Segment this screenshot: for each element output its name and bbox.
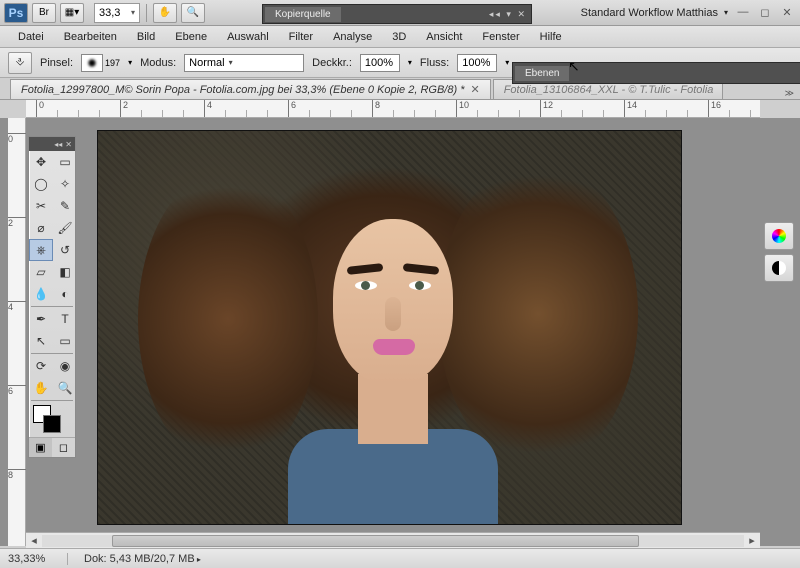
document-tab-title: Fotolia_13106864_XXL - © T.Tulic - Fotol… bbox=[504, 84, 714, 96]
color-swatches[interactable] bbox=[31, 403, 73, 435]
flow-value: 100% bbox=[462, 57, 490, 69]
magic-wand-tool[interactable]: ✧ bbox=[53, 173, 77, 195]
clone-source-panel[interactable]: Kopierquelle ◂◂ ▾ ✕ bbox=[262, 4, 532, 24]
document-tab-title: Fotolia_12997800_M© Sorin Popa - Fotolia… bbox=[21, 84, 464, 96]
horizontal-ruler: 0246810121416 bbox=[26, 100, 760, 118]
gradient-tool[interactable]: ◧ bbox=[53, 261, 77, 283]
menu-fenster[interactable]: Fenster bbox=[472, 28, 529, 46]
collapse-icon[interactable]: ◂◂ bbox=[54, 140, 62, 149]
lasso-tool[interactable]: ◯ bbox=[29, 173, 53, 195]
eyedropper-tool[interactable]: ✎ bbox=[53, 195, 77, 217]
vertical-ruler: 02468 bbox=[8, 118, 26, 546]
scroll-right-button[interactable]: ▸ bbox=[744, 534, 760, 547]
close-icon[interactable]: ✕ bbox=[65, 140, 72, 149]
quick-mask-button[interactable]: ◻ bbox=[52, 437, 75, 457]
clone-stamp-tool[interactable]: ⎈ bbox=[29, 239, 53, 261]
opacity-label: Deckkr.: bbox=[312, 57, 352, 69]
menu-analyse[interactable]: Analyse bbox=[323, 28, 382, 46]
close-icon[interactable]: ✕ bbox=[470, 83, 479, 96]
workspace-switcher[interactable]: Standard Workflow Matthias bbox=[581, 7, 728, 19]
brush-dropdown-icon[interactable]: ▾ bbox=[128, 58, 132, 67]
separator bbox=[146, 4, 147, 22]
opacity-value: 100% bbox=[365, 57, 393, 69]
menu-bar: Datei Bearbeiten Bild Ebene Auswahl Filt… bbox=[0, 26, 800, 48]
portrait-photo bbox=[238, 139, 538, 525]
blur-tool[interactable]: 💧 bbox=[29, 283, 53, 305]
menu-datei[interactable]: Datei bbox=[8, 28, 54, 46]
right-dock bbox=[764, 222, 798, 286]
panel-controls[interactable]: ◂◂ ▾ ✕ bbox=[485, 9, 531, 20]
eraser-tool[interactable]: ▱ bbox=[29, 261, 53, 283]
flow-dropdown-icon[interactable]: ▾ bbox=[505, 58, 509, 67]
path-selection-tool[interactable]: ↖ bbox=[29, 330, 53, 352]
scrollbar-track[interactable] bbox=[42, 535, 744, 547]
brush-label: Pinsel: bbox=[40, 57, 73, 69]
crop-tool[interactable]: ✂ bbox=[29, 195, 53, 217]
horizontal-scrollbar[interactable]: ◂ ▸ bbox=[26, 532, 760, 548]
workspace-name: Standard Workflow Matthias bbox=[581, 7, 718, 19]
status-zoom[interactable]: 33,33% bbox=[8, 553, 68, 565]
menu-3d[interactable]: 3D bbox=[382, 28, 416, 46]
type-tool[interactable]: T bbox=[53, 308, 77, 330]
status-bar: 33,33% Dok: 5,43 MB/20,7 MB bbox=[0, 548, 800, 568]
mode-label: Modus: bbox=[140, 57, 176, 69]
work-area: 02468 ◂◂✕ ✥▭ ◯✧ ✂✎ ⌀🖌 ⎈↺ ▱◧ 💧◐ ✒T ↖▭ ⟳◉ … bbox=[0, 118, 800, 546]
close-button[interactable]: ✕ bbox=[780, 6, 794, 19]
color-panel-icon[interactable] bbox=[764, 222, 794, 250]
maximize-button[interactable]: ◻ bbox=[758, 6, 772, 19]
standard-mode-button[interactable]: ▣ bbox=[29, 437, 52, 457]
scroll-left-button[interactable]: ◂ bbox=[26, 534, 42, 547]
menu-ebene[interactable]: Ebene bbox=[165, 28, 217, 46]
document-tab-active[interactable]: Fotolia_12997800_M© Sorin Popa - Fotolia… bbox=[10, 79, 491, 99]
clone-source-tab[interactable]: Kopierquelle bbox=[265, 7, 341, 22]
document-canvas[interactable] bbox=[97, 130, 682, 525]
blend-mode-value: Normal bbox=[189, 57, 224, 69]
photoshop-logo-icon[interactable]: Ps bbox=[4, 3, 28, 23]
flow-label: Fluss: bbox=[420, 57, 449, 69]
flow-field[interactable]: 100% bbox=[457, 54, 497, 72]
brush-size-value: 197 bbox=[105, 58, 120, 68]
zoom-tool-icon[interactable]: 🔍 bbox=[181, 3, 205, 23]
marquee-tool[interactable]: ▭ bbox=[53, 151, 77, 173]
tools-panel-header[interactable]: ◂◂✕ bbox=[29, 137, 75, 151]
background-color-swatch[interactable] bbox=[43, 415, 61, 433]
pen-tool[interactable]: ✒ bbox=[29, 308, 53, 330]
scrollbar-thumb[interactable] bbox=[112, 535, 639, 547]
healing-brush-tool[interactable]: ⌀ bbox=[29, 217, 53, 239]
minimize-button[interactable]: — bbox=[736, 6, 750, 19]
menu-auswahl[interactable]: Auswahl bbox=[217, 28, 279, 46]
3d-orbit-tool[interactable]: ◉ bbox=[53, 355, 77, 377]
layers-tab[interactable]: Ebenen bbox=[515, 66, 569, 81]
3d-rotate-tool[interactable]: ⟳ bbox=[29, 355, 53, 377]
menu-filter[interactable]: Filter bbox=[279, 28, 323, 46]
blend-mode-combo[interactable]: Normal bbox=[184, 54, 304, 72]
clone-stamp-tool-icon[interactable]: ⎀ bbox=[8, 52, 32, 74]
hand-tool-icon[interactable]: ✋ bbox=[153, 3, 177, 23]
menu-ansicht[interactable]: Ansicht bbox=[416, 28, 472, 46]
history-brush-tool[interactable]: ↺ bbox=[53, 239, 77, 261]
dodge-tool[interactable]: ◐ bbox=[53, 283, 77, 305]
zoom-level-value: 33,3 bbox=[99, 7, 120, 19]
move-tool[interactable]: ✥ bbox=[29, 151, 53, 173]
layers-panel-collapsed[interactable]: Ebenen ◂◂ ▾ ✕ bbox=[512, 62, 800, 84]
shape-tool[interactable]: ▭ bbox=[53, 330, 77, 352]
opacity-field[interactable]: 100% bbox=[360, 54, 400, 72]
tab-overflow-icon[interactable]: ≫ bbox=[785, 88, 800, 99]
hand-tool[interactable]: ✋ bbox=[29, 377, 53, 399]
menu-bearbeiten[interactable]: Bearbeiten bbox=[54, 28, 127, 46]
zoom-level-combo[interactable]: 33,3 bbox=[94, 3, 140, 23]
tools-panel[interactable]: ◂◂✕ ✥▭ ◯✧ ✂✎ ⌀🖌 ⎈↺ ▱◧ 💧◐ ✒T ↖▭ ⟳◉ ✋🔍 ▣ ◻ bbox=[28, 136, 76, 458]
history-grid-icon[interactable]: ▦▾ bbox=[60, 3, 84, 23]
window-controls: — ◻ ✕ bbox=[736, 6, 794, 19]
status-doc-size[interactable]: Dok: 5,43 MB/20,7 MB bbox=[84, 553, 201, 565]
bridge-button[interactable]: Br bbox=[32, 3, 56, 23]
menu-bild[interactable]: Bild bbox=[127, 28, 165, 46]
menu-hilfe[interactable]: Hilfe bbox=[530, 28, 572, 46]
opacity-dropdown-icon[interactable]: ▾ bbox=[408, 58, 412, 67]
adjustments-panel-icon[interactable] bbox=[764, 254, 794, 282]
brush-preview[interactable] bbox=[81, 54, 103, 72]
brush-tool[interactable]: 🖌 bbox=[53, 217, 77, 239]
zoom-tool[interactable]: 🔍 bbox=[53, 377, 77, 399]
